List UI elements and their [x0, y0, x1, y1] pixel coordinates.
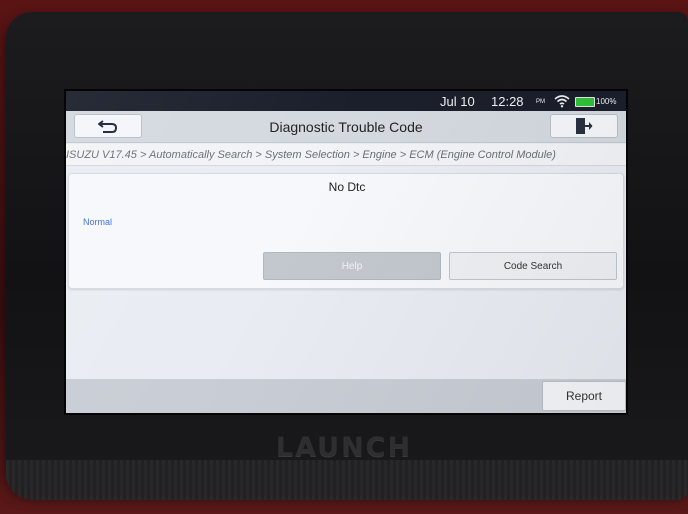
exit-door-icon [576, 118, 593, 134]
device-screen: Jul 10 12:28 PM 100% Diagnostic Trouble … [66, 91, 626, 413]
status-bar: Jul 10 12:28 PM 100% [66, 91, 626, 111]
status-time: 12:28 [491, 94, 524, 109]
device-grip [6, 460, 688, 500]
dtc-code: No Dtc [328, 180, 366, 194]
code-search-button[interactable]: Code Search [449, 252, 617, 280]
dtc-card: No Dtc Normal Help Code Search [68, 173, 624, 289]
battery-icon [575, 97, 595, 107]
device-brand-logo: LAUNCH [275, 432, 413, 463]
dtc-status: Normal [83, 217, 113, 227]
report-button[interactable]: Report [542, 381, 626, 411]
page-title: Diagnostic Trouble Code [269, 119, 423, 135]
battery-percent: 100% [596, 97, 617, 106]
wifi-icon [554, 95, 570, 108]
title-bar: Diagnostic Trouble Code [66, 111, 626, 143]
status-ampm: PM [536, 99, 545, 105]
status-date: Jul 10 [440, 94, 475, 109]
exit-button[interactable] [550, 114, 618, 138]
breadcrumb: ISUZU V17.45 > Automatically Search > Sy… [66, 144, 626, 166]
help-button[interactable]: Help [263, 252, 441, 280]
